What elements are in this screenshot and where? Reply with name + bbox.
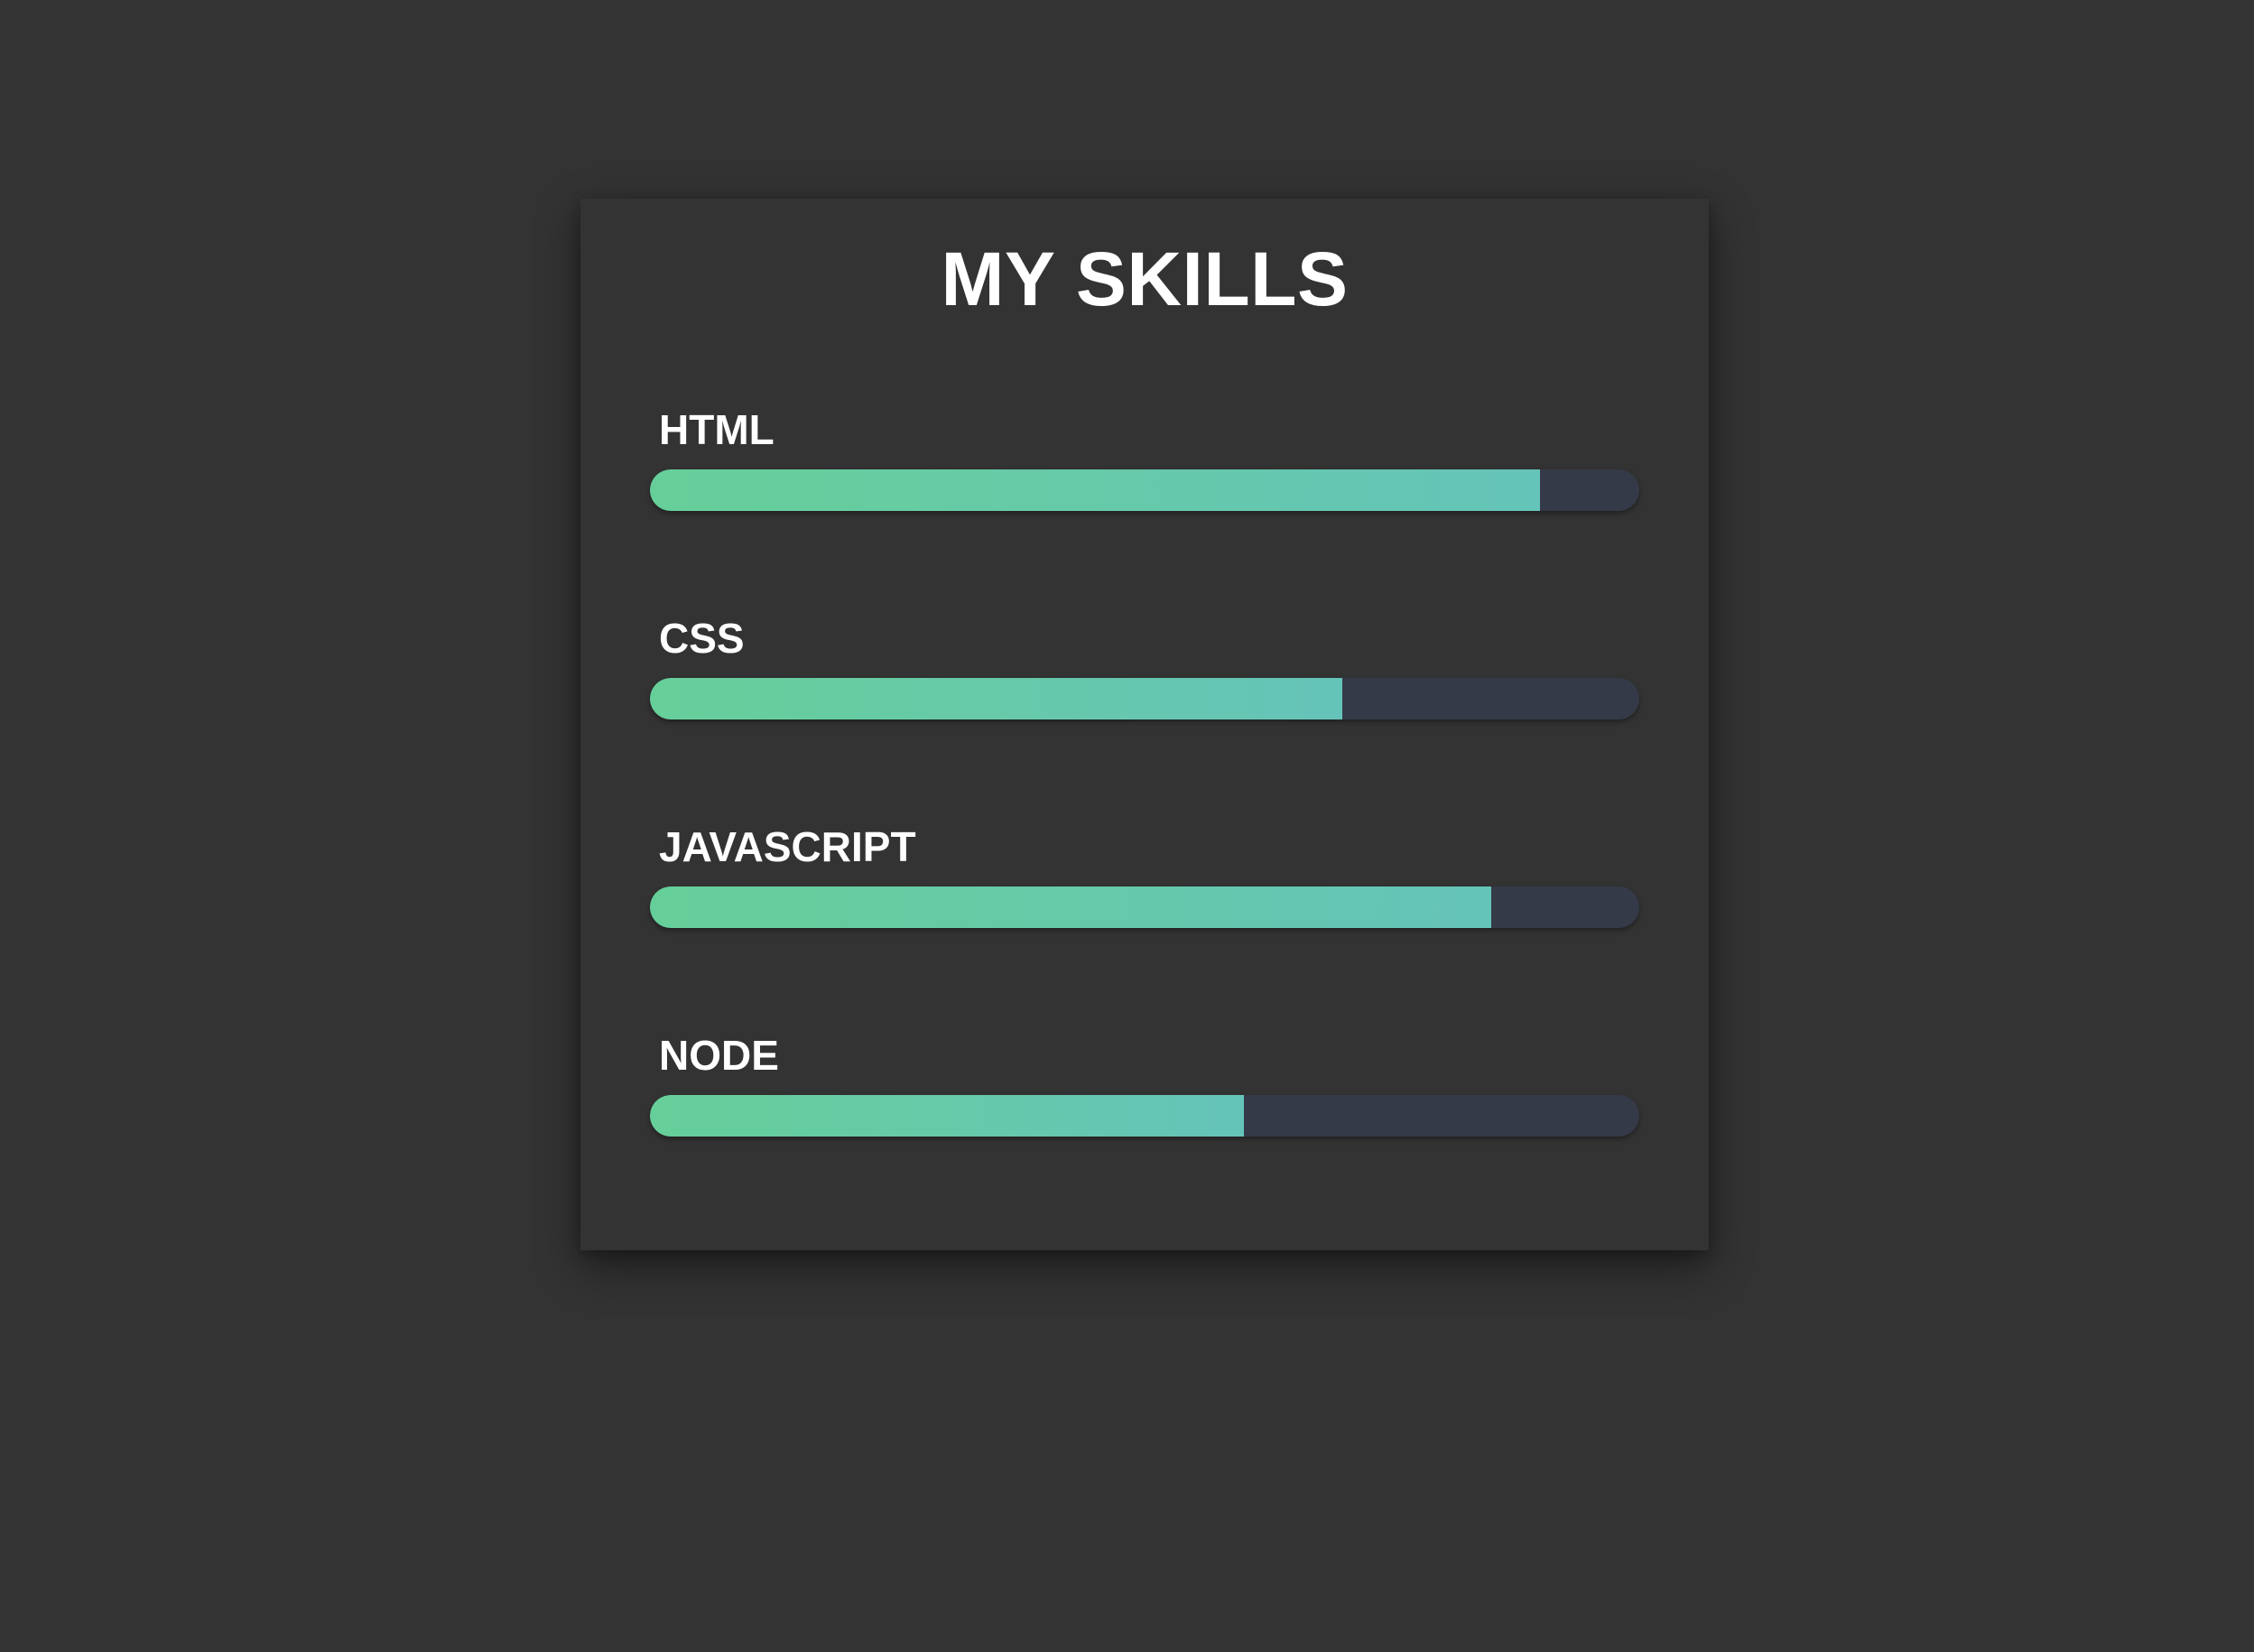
- skill-label: CSS: [659, 615, 745, 662]
- skill-label: JAVASCRIPT: [659, 823, 916, 870]
- skill-progress-fill: [650, 678, 1343, 719]
- skill-progress-fill: [650, 886, 1491, 928]
- skill-progress-track: [650, 1095, 1639, 1137]
- skill-progress-track: [650, 469, 1639, 511]
- skills-card: MY SKILLS HTML CSS JAVASCRIPT NODE: [580, 199, 1709, 1250]
- skill-progress-track: [650, 678, 1639, 719]
- skill-progress-fill: [650, 1095, 1244, 1137]
- skill-label: NODE: [659, 1032, 779, 1079]
- page-title: MY SKILLS: [941, 237, 1349, 321]
- skill-label: HTML: [659, 406, 775, 453]
- skill-progress-fill: [650, 469, 1541, 511]
- skill-progress-track: [650, 886, 1639, 928]
